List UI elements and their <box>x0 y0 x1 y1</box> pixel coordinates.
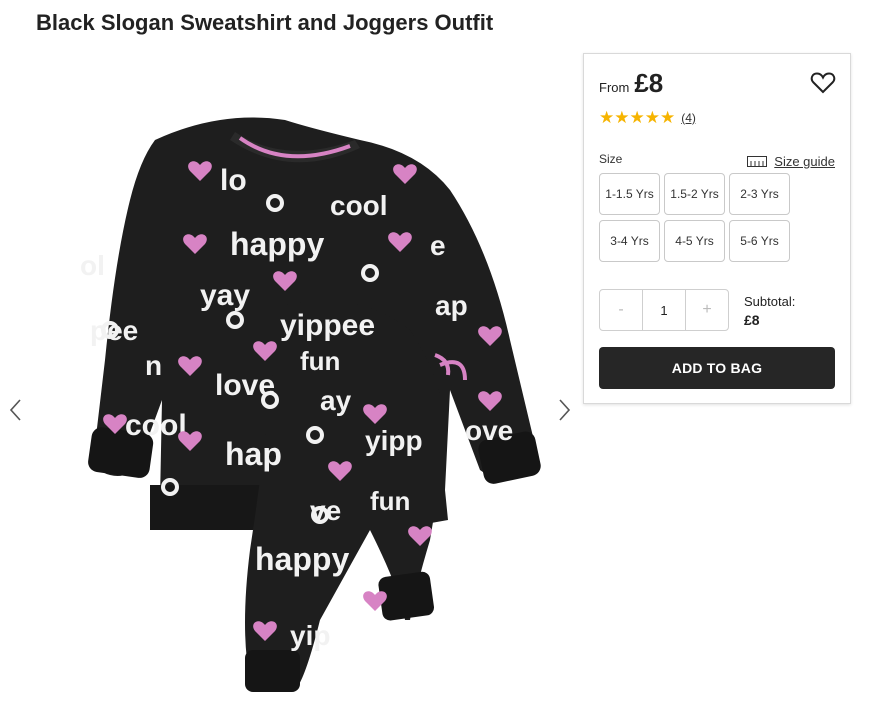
star-rating-icon: ★★★★★ <box>599 108 676 127</box>
size-options: 1-1.5 Yrs 1.5-2 Yrs 2-3 Yrs 3-4 Yrs 4-5 … <box>599 173 790 262</box>
quantity-decrease-button[interactable]: - <box>600 290 642 330</box>
size-option-5-6[interactable]: 5-6 Yrs <box>729 220 790 262</box>
svg-text:cool: cool <box>125 409 187 442</box>
svg-text:yippee: yippee <box>280 309 375 342</box>
size-option-1-5-2[interactable]: 1.5-2 Yrs <box>664 173 725 215</box>
review-count-link[interactable]: (4) <box>681 111 696 125</box>
size-option-4-5[interactable]: 4-5 Yrs <box>664 220 725 262</box>
svg-text:yipp: yipp <box>365 425 423 456</box>
product-image[interactable]: lo cool happy yay yippee n love cool hap… <box>70 90 570 700</box>
rating: ★★★★★ (4) <box>599 109 696 126</box>
wishlist-button[interactable] <box>810 71 836 95</box>
svg-text:fun: fun <box>370 486 410 516</box>
product-gallery: lo cool happy yay yippee n love cool hap… <box>0 60 580 713</box>
svg-text:lo: lo <box>220 164 247 197</box>
size-guide-link[interactable]: Size guide <box>747 154 835 169</box>
svg-text:hap: hap <box>225 436 282 472</box>
svg-text:yip: yip <box>290 620 330 651</box>
price-row: From £8 <box>599 68 663 99</box>
product-title: Black Slogan Sweatshirt and Joggers Outf… <box>36 10 494 35</box>
svg-text:ove: ove <box>465 415 513 446</box>
purchase-panel: From £8 ★★★★★ (4) Size Size guide 1-1.5 … <box>583 53 851 404</box>
svg-text:ol: ol <box>80 250 105 281</box>
svg-text:e: e <box>430 230 446 261</box>
price-value: £8 <box>634 68 664 98</box>
chevron-right-icon <box>559 399 571 421</box>
size-guide-label: Size guide <box>774 154 835 169</box>
chevron-left-icon <box>9 399 21 421</box>
subtotal: Subtotal: £8 <box>744 294 795 328</box>
ruler-icon <box>747 156 768 167</box>
svg-text:fun: fun <box>300 346 340 376</box>
gallery-prev-button[interactable] <box>4 396 28 424</box>
svg-text:happy: happy <box>230 226 324 262</box>
svg-text:yay: yay <box>200 279 250 312</box>
size-option-2-3[interactable]: 2-3 Yrs <box>729 173 790 215</box>
heart-outline-icon <box>810 72 836 94</box>
size-option-3-4[interactable]: 3-4 Yrs <box>599 220 660 262</box>
svg-text:cool: cool <box>330 190 388 221</box>
quantity-increase-button[interactable]: + <box>686 290 728 330</box>
quantity-value[interactable]: 1 <box>642 290 686 330</box>
svg-text:love: love <box>215 369 275 402</box>
svg-text:ay: ay <box>320 385 352 416</box>
subtotal-amount: £8 <box>744 312 760 328</box>
price-from-label: From <box>599 80 630 95</box>
svg-text:happy: happy <box>255 541 349 577</box>
svg-text:n: n <box>145 350 162 381</box>
size-label: Size <box>599 152 623 166</box>
quantity-stepper: - 1 + <box>599 289 729 331</box>
svg-text:pee: pee <box>90 315 138 346</box>
gallery-next-button[interactable] <box>552 396 576 424</box>
subtotal-label: Subtotal: <box>744 294 796 309</box>
size-option-1-1-5[interactable]: 1-1.5 Yrs <box>599 173 660 215</box>
add-to-bag-button[interactable]: ADD TO BAG <box>599 347 835 389</box>
svg-text:ap: ap <box>435 290 468 321</box>
